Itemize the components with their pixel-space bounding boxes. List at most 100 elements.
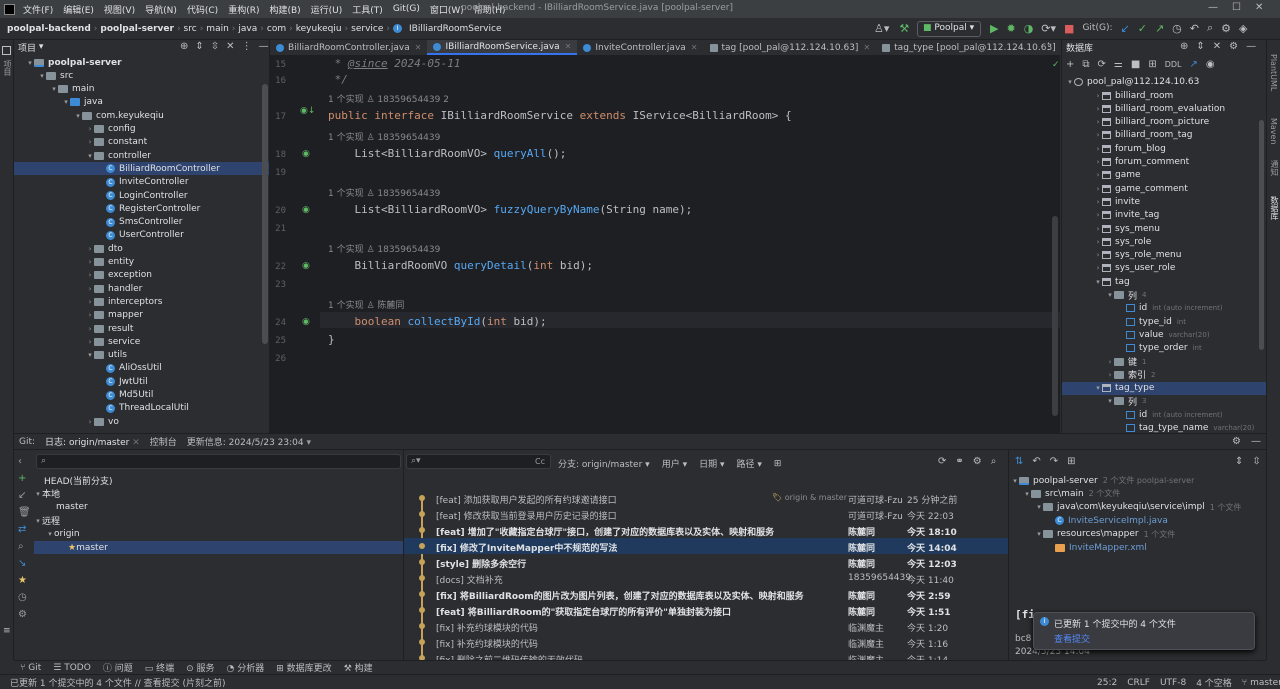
- branch-tree-item[interactable]: HEAD(当前分支): [34, 474, 403, 487]
- tool-window-button[interactable]: ⚒ 构建: [338, 661, 379, 674]
- line-separator[interactable]: CRLF: [1127, 678, 1150, 688]
- expand-icon[interactable]: ⇕: [195, 41, 203, 52]
- project-tree-item[interactable]: › config: [14, 123, 269, 136]
- menu-item[interactable]: Git(G): [388, 4, 425, 14]
- chevron-down-icon[interactable]: ▾: [1106, 291, 1114, 299]
- menu-item[interactable]: 视图(V): [99, 3, 140, 16]
- chevron-right-icon[interactable]: ›: [1094, 264, 1102, 272]
- chevron-right-icon[interactable]: ›: [1094, 225, 1102, 233]
- fetch-icon[interactable]: ↘: [18, 558, 31, 569]
- db-hide-icon[interactable]: —: [1246, 41, 1256, 52]
- db-jump-icon[interactable]: ↗: [1190, 59, 1198, 70]
- menu-item[interactable]: 重构(R): [223, 3, 264, 16]
- chevron-right-icon[interactable]: ›: [1094, 171, 1102, 179]
- db-scrollbar[interactable]: [1259, 120, 1264, 350]
- db-tree-item[interactable]: › forum_comment: [1062, 156, 1266, 169]
- commit-row[interactable]: [feat] 将BilliardRoom的"获取指定台球厅的所有评价"单独封装为…: [404, 602, 1008, 618]
- git-branch-status[interactable]: ⑂ master: [1242, 678, 1280, 688]
- db-table-icon[interactable]: ⊞: [1148, 59, 1156, 70]
- code-line[interactable]: }: [328, 333, 335, 346]
- chevron-right-icon[interactable]: ›: [1094, 131, 1102, 139]
- branch-tree-item[interactable]: ▾ 远程: [34, 514, 403, 528]
- db-tree-item[interactable]: ▾ 列 4: [1062, 289, 1266, 302]
- branch-tree-item[interactable]: ★ master: [34, 541, 403, 554]
- project-tree-item[interactable]: ▾ utils: [14, 349, 269, 362]
- user-icon[interactable]: ♙▾: [870, 22, 893, 35]
- code-line[interactable]: List<BilliardRoomVO> queryAll();: [328, 147, 566, 160]
- changed-file-item[interactable]: ▾ java\com\keyukeqiu\service\impl 1 个文件: [1011, 501, 1266, 514]
- path-filter[interactable]: 路径 ▾: [737, 457, 762, 470]
- hide-icon[interactable]: —: [259, 41, 269, 52]
- project-tree-item[interactable]: ▾ java: [14, 96, 269, 109]
- commit-icon[interactable]: ✓: [1134, 22, 1151, 35]
- editor-scrollbar[interactable]: [1052, 216, 1058, 416]
- collapse-all-icon[interactable]: ‹: [18, 456, 31, 467]
- tool-window-button[interactable]: ◔ 分析器: [221, 661, 271, 674]
- chevron-right-icon[interactable]: ›: [86, 338, 94, 346]
- db-stop-icon[interactable]: ■: [1131, 59, 1140, 70]
- db-tree-item[interactable]: type_id int: [1062, 315, 1266, 328]
- db-copy-icon[interactable]: ⧉: [1082, 59, 1089, 70]
- inspection-ok-icon[interactable]: ✓: [1052, 60, 1060, 70]
- db-ddl-button[interactable]: DDL: [1165, 60, 1182, 69]
- commit-row[interactable]: [docs] 文档补充 18359654439 今天 11:40: [404, 570, 1008, 586]
- undo-icon[interactable]: ↶: [1032, 456, 1040, 467]
- branch-tree-item[interactable]: ▾ origin: [34, 528, 403, 541]
- project-tree-item[interactable]: C BilliardRoomController: [14, 162, 269, 176]
- db-close-icon[interactable]: ✕: [1213, 41, 1221, 52]
- db-tree-item[interactable]: id int (auto increment): [1062, 302, 1266, 315]
- breadcrumb-item[interactable]: main: [203, 24, 232, 34]
- code-vision-hint[interactable]: 1 个实现 ♙ 18359654439: [328, 186, 440, 199]
- breadcrumb-item[interactable]: poolpal-server: [97, 24, 177, 34]
- db-tree-item[interactable]: › invite: [1062, 195, 1266, 208]
- indent-setting[interactable]: 4 个空格: [1196, 676, 1232, 689]
- implemented-gutter-icon[interactable]: ◉: [302, 149, 310, 159]
- menu-item[interactable]: 构建(B): [264, 3, 305, 16]
- branch-search-input[interactable]: ⌕: [36, 454, 401, 469]
- diff-icon[interactable]: ⇅: [1015, 456, 1023, 467]
- chevron-right-icon[interactable]: ›: [86, 245, 94, 253]
- changed-file-item[interactable]: ▾ poolpal-server 2 个文件 poolpal-server: [1011, 474, 1266, 487]
- commit-row[interactable]: [fix] 补充约球模块的代码 临渊魔主 今天 1:16: [404, 634, 1008, 650]
- match-case-toggle[interactable]: Cc: [535, 457, 545, 466]
- breadcrumb-item[interactable]: java: [235, 24, 260, 34]
- expand-changes-icon[interactable]: ⇕: [1235, 456, 1243, 467]
- chevron-down-icon[interactable]: ▾: [1023, 490, 1031, 498]
- menu-item[interactable]: 运行(U): [306, 3, 348, 16]
- project-tree-item[interactable]: › handler: [14, 282, 269, 295]
- git-hide-icon[interactable]: —: [1251, 436, 1261, 447]
- db-tree-item[interactable]: ▾ 列 3: [1062, 395, 1266, 408]
- redo-icon[interactable]: ↷: [1050, 456, 1058, 467]
- chevron-right-icon[interactable]: ›: [86, 285, 94, 293]
- close-tab-icon[interactable]: ✕: [129, 438, 140, 448]
- run-config-select[interactable]: ■ Poolpal ▾: [917, 21, 981, 37]
- implemented-gutter-icon[interactable]: ◉: [302, 205, 310, 215]
- db-tree-item[interactable]: › billiard_room_tag: [1062, 129, 1266, 142]
- commit-row[interactable]: [feat] 添加获取用户发起的所有约球邀请接口 🏷 origin & maste…: [404, 490, 1008, 506]
- close-icon[interactable]: ✕: [1255, 2, 1263, 13]
- rollback-icon[interactable]: ↶: [1186, 22, 1203, 35]
- project-tree-item[interactable]: C InviteController: [14, 176, 269, 189]
- chevron-right-icon[interactable]: ›: [1094, 105, 1102, 113]
- close-tab-icon[interactable]: ✕: [691, 43, 698, 52]
- log-options-icon[interactable]: ⚙: [973, 456, 982, 467]
- code-line[interactable]: public interface IBilliardRoomService ex…: [328, 109, 792, 122]
- run-icon[interactable]: ▶: [986, 22, 1002, 35]
- ide-logo-icon[interactable]: ◈: [1235, 22, 1251, 35]
- db-tree-item[interactable]: › sys_role: [1062, 235, 1266, 248]
- compare-icon[interactable]: ◷: [18, 592, 31, 603]
- chevron-right-icon[interactable]: ›: [1106, 371, 1114, 379]
- hammer-icon[interactable]: ⚒: [895, 22, 913, 35]
- git-settings-icon[interactable]: ⚙: [1232, 436, 1241, 447]
- push-icon[interactable]: ↗: [1151, 22, 1168, 35]
- chevron-down-icon[interactable]: ▾: [46, 530, 54, 538]
- project-tool-icon[interactable]: [2, 46, 11, 55]
- implemented-gutter-icon[interactable]: ◉: [302, 317, 310, 327]
- db-refresh-icon[interactable]: ⟳: [1098, 59, 1106, 70]
- code-vision-hint[interactable]: 1 个实现 ♙ 18359654439: [328, 242, 440, 255]
- delete-branch-icon[interactable]: 🗑: [18, 507, 31, 518]
- db-tree-item[interactable]: value varchar(20): [1062, 328, 1266, 341]
- chevron-down-icon[interactable]: ▾: [34, 490, 42, 498]
- project-tree-item[interactable]: › result: [14, 322, 269, 335]
- chevron-down-icon[interactable]: ▾: [1094, 384, 1102, 392]
